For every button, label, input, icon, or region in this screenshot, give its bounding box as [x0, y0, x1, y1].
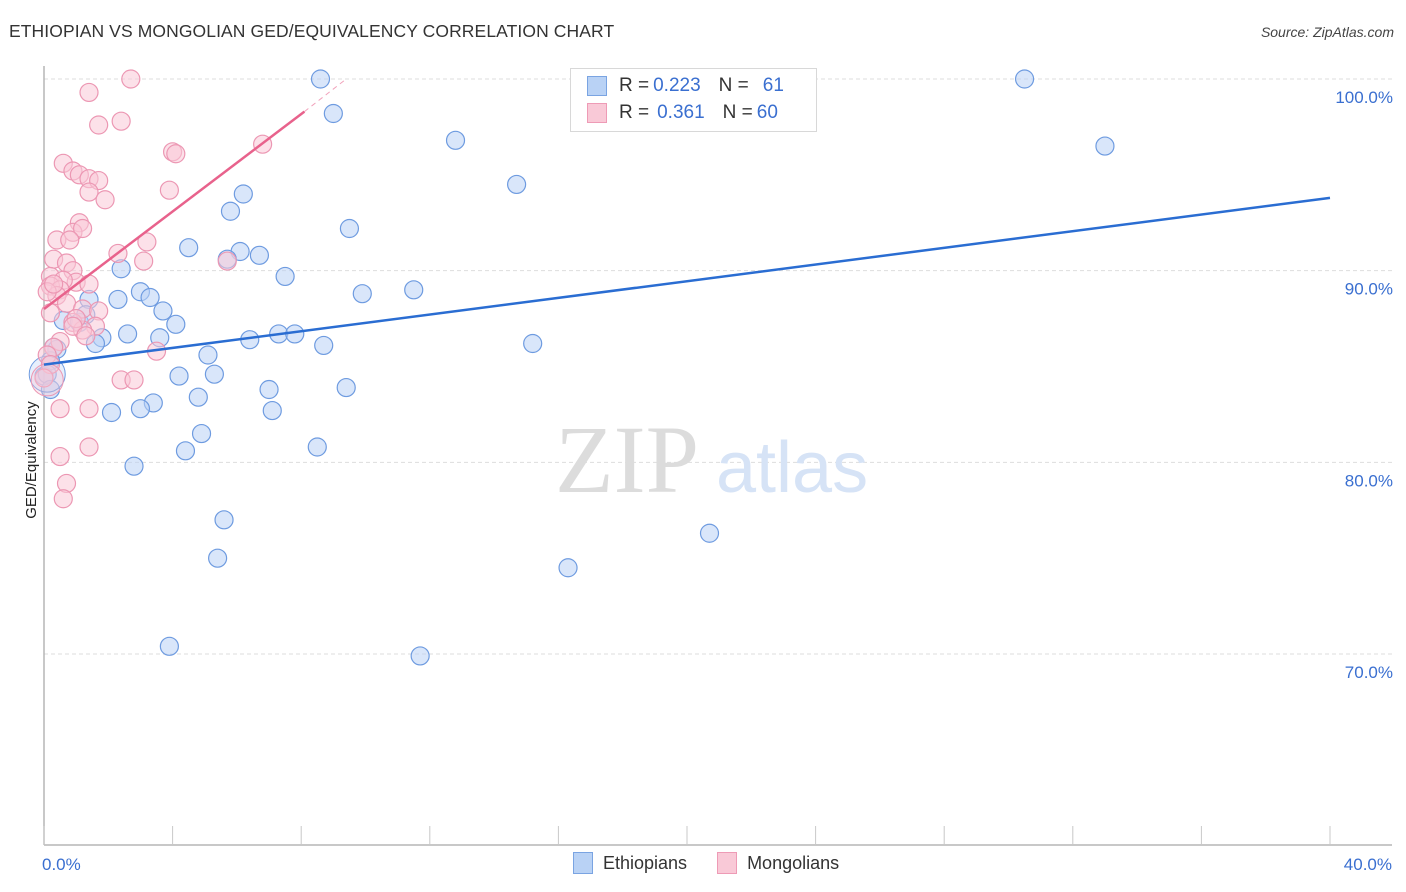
ethiopians-point[interactable] — [1014, 69, 1035, 89]
ethiopians-point[interactable] — [117, 324, 138, 344]
ethiopians-point[interactable] — [175, 441, 196, 461]
ethiopians-point[interactable] — [233, 184, 253, 204]
mongolians-point[interactable] — [50, 446, 70, 467]
ethiopians-point[interactable] — [445, 130, 466, 150]
watermark: ZIP atlas — [555, 406, 868, 513]
watermark-atlas: atlas — [716, 428, 868, 508]
ethiopians-point[interactable] — [352, 284, 372, 304]
y-tick-label: 80.0% — [1345, 471, 1393, 490]
legend-item-mongolians[interactable]: Mongolians — [717, 852, 839, 874]
ethiopians-point[interactable] — [108, 289, 128, 310]
mongolians-point[interactable] — [124, 370, 144, 390]
legend-row-ethiopians: R = 0.223 N = 61 — [587, 73, 784, 99]
y-tick-label: 70.0% — [1345, 663, 1393, 682]
ethiopians-point[interactable] — [169, 366, 189, 386]
r-value: 0.223 — [653, 75, 701, 96]
ethiopians-point[interactable] — [191, 423, 212, 444]
mongolians-point[interactable] — [166, 144, 186, 164]
ethiopians-point[interactable] — [166, 314, 186, 334]
ethiopians-point[interactable] — [188, 387, 208, 407]
mongolians-trend-line — [43, 110, 306, 310]
legend-label-ethiopians: Ethiopians — [603, 852, 688, 873]
mongolians-point[interactable] — [89, 115, 109, 135]
mongolians-point[interactable] — [50, 399, 70, 419]
mongolians-point[interactable] — [53, 489, 73, 509]
mongolians-point[interactable] — [121, 69, 141, 89]
ethiopians-point[interactable] — [198, 345, 218, 365]
y-tick-label: 90.0% — [1345, 280, 1393, 299]
ethiopians-points — [28, 69, 1115, 666]
gridlines — [44, 78, 1392, 655]
mongolians-point[interactable] — [44, 274, 64, 294]
ethiopians-point[interactable] — [124, 456, 144, 476]
mongolians-point[interactable] — [40, 303, 61, 323]
ethiopians-point[interactable] — [130, 399, 151, 419]
ethiopians-point[interactable] — [323, 103, 343, 124]
ethiopians-point[interactable] — [699, 523, 720, 543]
r-label: R = — [619, 102, 650, 123]
mongolians-point[interactable] — [79, 399, 99, 419]
ethiopians-point[interactable] — [101, 402, 122, 423]
r-label: R = — [619, 75, 650, 96]
x-tick-label: 40.0% — [1344, 855, 1392, 874]
mongolians-point[interactable] — [79, 274, 99, 294]
scatter-chart: ZIP atlas 100.0% 90.0% 80.0% 70.0% 0.0% 40.0%… — [23, 66, 1393, 874]
y-axis-label: GED/Equivalency — [23, 401, 40, 519]
mongolians-point[interactable] — [79, 437, 99, 457]
ethiopians-point[interactable] — [307, 437, 327, 457]
legend-label-mongolians: Mongolians — [747, 852, 840, 873]
ethiopians-point[interactable] — [336, 377, 356, 398]
watermark-zip: ZIP — [555, 406, 699, 513]
n-value: 60 — [756, 102, 778, 123]
ethiopians-point[interactable] — [140, 287, 160, 308]
ethiopians-trend-line — [43, 196, 1331, 366]
ethiopians-point[interactable] — [410, 646, 430, 666]
mongolians-swatch — [587, 103, 607, 123]
ethiopians-swatch — [573, 852, 593, 874]
ethiopians-point[interactable] — [220, 201, 241, 221]
ethiopians-point[interactable] — [159, 636, 179, 656]
ethiopians-point[interactable] — [1095, 136, 1115, 156]
ethiopians-point[interactable] — [314, 335, 334, 356]
mongolians-point[interactable] — [76, 326, 96, 346]
n-label: N = — [718, 75, 749, 96]
ethiopians-point[interactable] — [204, 364, 224, 384]
x-tick-label: 0.0% — [42, 855, 81, 874]
ethiopians-point[interactable] — [275, 266, 295, 287]
ethiopians-point[interactable] — [179, 238, 199, 258]
legend-row-mongolians: R = 0.361 N = 60 — [587, 100, 778, 126]
mongolians-point[interactable] — [111, 111, 131, 131]
mongolians-swatch — [717, 852, 738, 874]
n-label: N = — [722, 102, 753, 123]
ethiopians-point[interactable] — [339, 218, 360, 239]
ethiopians-point[interactable] — [259, 379, 279, 400]
ethiopians-point[interactable] — [507, 174, 527, 195]
ethiopians-point[interactable] — [404, 280, 424, 300]
mongolians-point[interactable] — [217, 251, 237, 271]
mongolians-point-large[interactable] — [30, 363, 64, 397]
mongolians-point[interactable] — [95, 190, 115, 210]
ethiopians-point[interactable] — [214, 510, 234, 530]
mongolians-point[interactable] — [159, 180, 179, 200]
ethiopians-point[interactable] — [208, 548, 228, 568]
n-value: 61 — [762, 75, 784, 96]
mongolians-point[interactable] — [79, 82, 99, 103]
ethiopians-point[interactable] — [523, 333, 543, 354]
correlation-legend: R = 0.223 N = 61 R = 0.361 N = 60 — [570, 68, 817, 132]
ethiopians-point[interactable] — [558, 558, 578, 578]
mongolians-point[interactable] — [60, 230, 80, 250]
ethiopians-point[interactable] — [153, 301, 173, 321]
y-tick-label: 100.0% — [1335, 88, 1393, 107]
ethiopians-swatch — [587, 76, 607, 96]
legend-item-ethiopians[interactable]: Ethiopians — [573, 852, 687, 874]
ethiopians-point[interactable] — [262, 400, 282, 421]
mongolians-point[interactable] — [134, 251, 154, 271]
ethiopians-point[interactable] — [310, 69, 331, 89]
series-legend: Ethiopians Mongolians — [573, 852, 869, 874]
r-value: 0.361 — [657, 102, 705, 123]
mongolians-point[interactable] — [79, 182, 99, 202]
ethiopians-point[interactable] — [249, 245, 270, 265]
